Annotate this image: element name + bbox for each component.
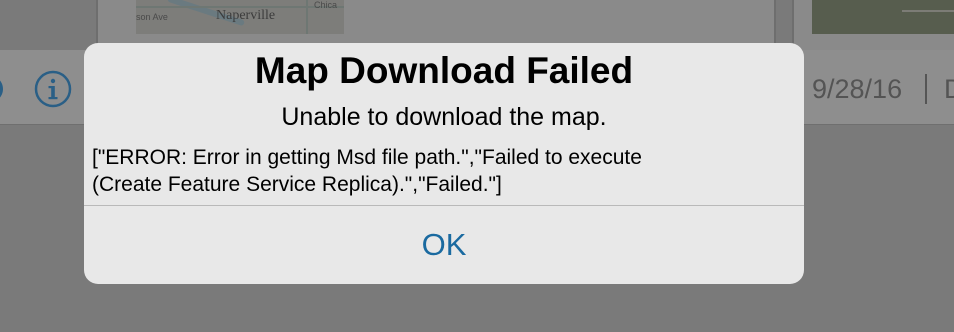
partial-icon — [0, 80, 3, 98]
alert-message: Unable to download the map. — [281, 103, 607, 131]
road-line — [902, 10, 954, 12]
info-circle-icon[interactable] — [34, 70, 72, 108]
ok-button[interactable]: OK — [84, 206, 804, 284]
alert-title: Map Download Failed — [254, 50, 634, 91]
map-thumbnail: son Ave Naperville Chica — [136, 0, 344, 34]
map-street-label: son Ave — [136, 12, 168, 22]
road-line — [306, 0, 308, 34]
error-alert-dialog: Map Download Failed Unable to download t… — [84, 43, 804, 284]
alert-error-detail-line: (Create Feature Service Replica).","Fail… — [92, 173, 502, 196]
alert-error-detail: ["ERROR: Error in getting Msd file path.… — [92, 144, 792, 198]
truncated-label: D — [944, 74, 954, 104]
map-street-label: Chica — [314, 0, 338, 10]
alert-error-detail-line: ["ERROR: Error in getting Msd file path.… — [92, 146, 642, 169]
satellite-thumbnail — [812, 0, 954, 34]
divider — [925, 74, 927, 104]
map-city-label: Naperville — [216, 8, 276, 23]
map-date: 9/28/16 — [812, 74, 903, 104]
